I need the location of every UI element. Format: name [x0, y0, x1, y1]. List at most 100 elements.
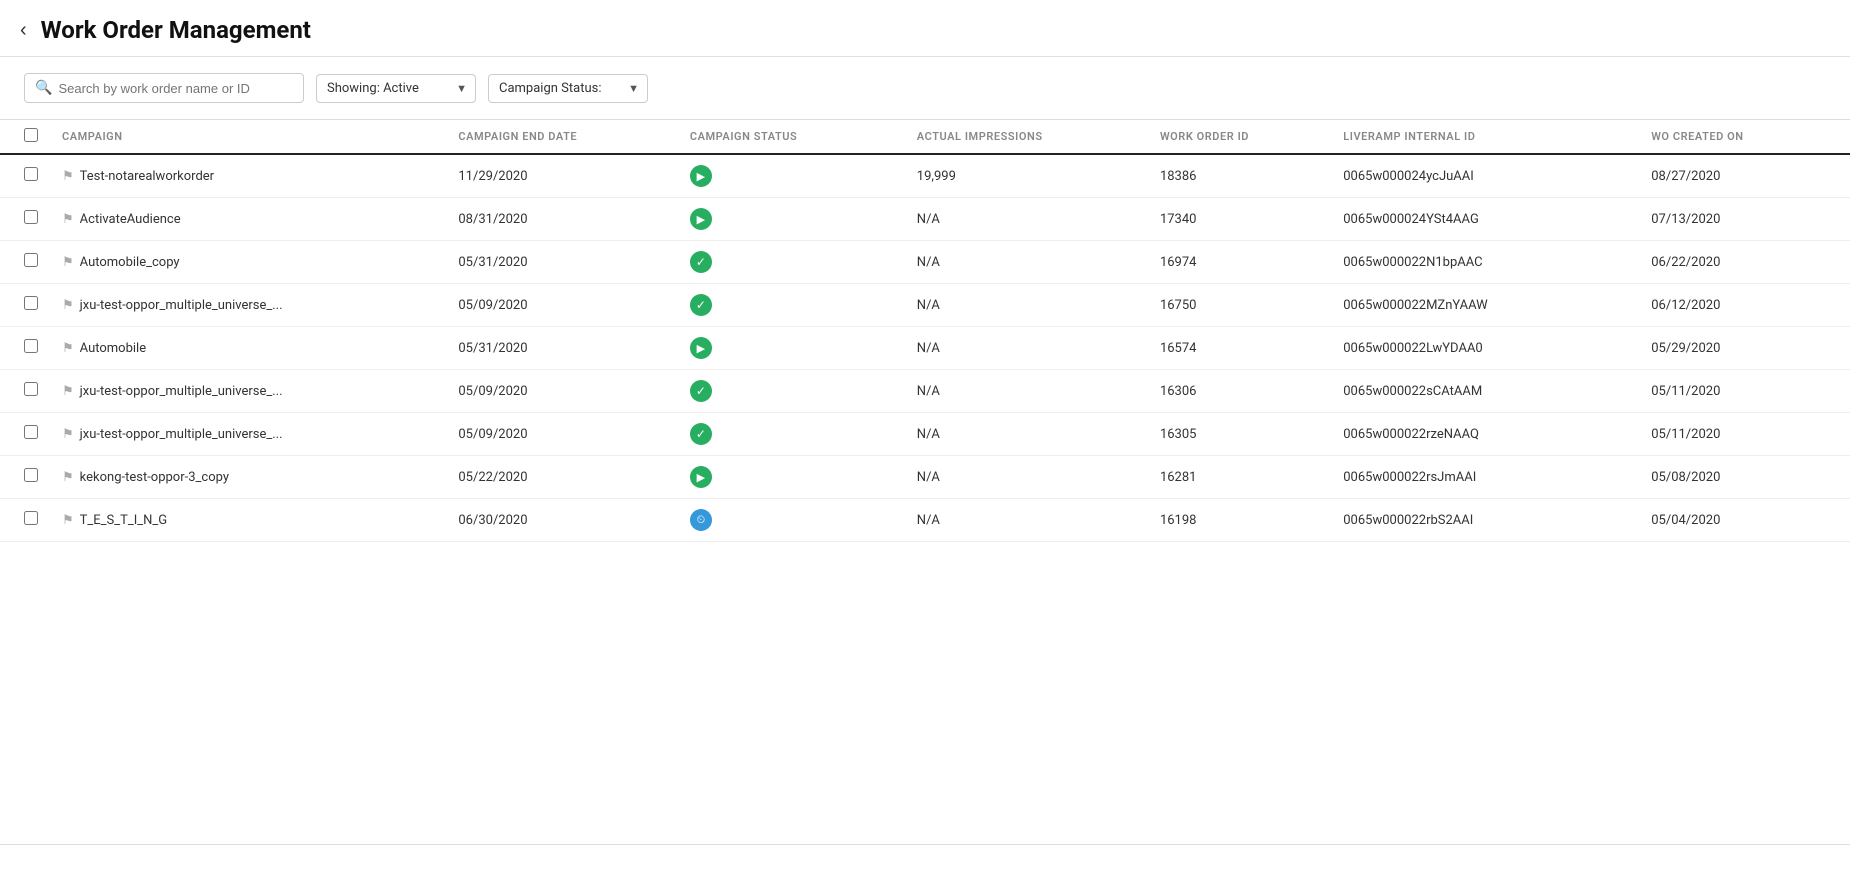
row-checkbox[interactable] — [24, 339, 38, 353]
cell-impressions: N/A — [905, 241, 1148, 284]
cell-end-date: 05/31/2020 — [446, 241, 678, 284]
table-row: ⚑kekong-test-oppor-3_copy05/22/2020▶N/A1… — [0, 456, 1850, 499]
page-title: Work Order Management — [41, 16, 311, 44]
cell-wo-id: 16281 — [1148, 456, 1331, 499]
campaign-name: kekong-test-oppor-3_copy — [80, 470, 229, 485]
flag-icon: ⚑ — [62, 470, 74, 485]
select-all-header[interactable] — [0, 120, 50, 155]
cell-created: 05/11/2020 — [1639, 413, 1850, 456]
cell-status: ✓ — [678, 284, 905, 327]
column-header-created: WO CREATED ON — [1639, 120, 1850, 155]
row-checkbox-cell — [0, 456, 50, 499]
row-checkbox-cell — [0, 413, 50, 456]
status-play-icon: ▶ — [690, 466, 712, 488]
cell-impressions: N/A — [905, 499, 1148, 542]
column-header-campaign: CAMPAIGN — [50, 120, 446, 155]
cell-wo-id: 16198 — [1148, 499, 1331, 542]
search-input[interactable] — [58, 81, 293, 96]
cell-lr-id: 0065w000022N1bpAAC — [1331, 241, 1639, 284]
row-checkbox-cell — [0, 154, 50, 198]
cell-campaign: ⚑jxu-test-oppor_multiple_universe_... — [50, 370, 446, 413]
cell-campaign: ⚑ jxu-test-oppor_multiple_universe_... — [50, 284, 446, 327]
cell-impressions: N/A — [905, 284, 1148, 327]
row-checkbox[interactable] — [24, 296, 38, 310]
cell-impressions: N/A — [905, 327, 1148, 370]
cell-campaign: ⚑jxu-test-oppor_multiple_universe_... — [50, 413, 446, 456]
row-checkbox-cell — [0, 284, 50, 327]
row-checkbox[interactable] — [24, 382, 38, 396]
column-header-impressions: ACTUAL IMPRESSIONS — [905, 120, 1148, 155]
row-checkbox[interactable] — [24, 511, 38, 525]
cell-wo-id: 16974 — [1148, 241, 1331, 284]
column-header-lr-id: LIVERAMP INTERNAL ID — [1331, 120, 1639, 155]
cell-lr-id: 0065w000024YSt4AAG — [1331, 198, 1639, 241]
cell-campaign: ⚑Test-notarealworkorder — [50, 154, 446, 198]
cell-status: ✓ — [678, 413, 905, 456]
cell-lr-id: 0065w000022LwYDAA0 — [1331, 327, 1639, 370]
cell-created: 05/08/2020 — [1639, 456, 1850, 499]
row-checkbox[interactable] — [24, 425, 38, 439]
status-play-icon: ▶ — [690, 337, 712, 359]
row-checkbox[interactable] — [24, 210, 38, 224]
table-body: ⚑Test-notarealworkorder11/29/2020▶19,999… — [0, 154, 1850, 542]
cell-lr-id: 0065w000022rbS2AAI — [1331, 499, 1639, 542]
cell-impressions: N/A — [905, 198, 1148, 241]
campaign-status-dropdown[interactable]: Campaign Status: ▼ — [488, 74, 648, 103]
back-button[interactable]: ‹ — [16, 20, 31, 40]
flag-icon: ⚑ — [62, 298, 74, 313]
row-checkbox[interactable] — [24, 468, 38, 482]
select-all-checkbox[interactable] — [24, 128, 38, 142]
status-play-icon: ▶ — [690, 165, 712, 187]
cell-status: ▶ — [678, 154, 905, 198]
cell-lr-id: 0065w000022rzeNAAQ — [1331, 413, 1639, 456]
cell-created: 07/13/2020 — [1639, 198, 1850, 241]
cell-created: 05/29/2020 — [1639, 327, 1850, 370]
status-play-icon: ▶ — [690, 208, 712, 230]
search-icon: 🔍 — [35, 80, 52, 96]
table-row: ⚑ Automobile_copy 05/31/2020✓N/A169740065w… — [0, 241, 1850, 284]
cell-end-date: 05/31/2020 — [446, 327, 678, 370]
cell-created: 05/11/2020 — [1639, 370, 1850, 413]
row-checkbox-cell — [0, 198, 50, 241]
cell-status: ▶ — [678, 327, 905, 370]
cell-lr-id: 0065w000024ycJuAAI — [1331, 154, 1639, 198]
campaign-name: jxu-test-oppor_multiple_universe_... — [80, 384, 283, 399]
cell-status: ▶ — [678, 456, 905, 499]
search-box: 🔍 — [24, 73, 304, 103]
table-row: ⚑ jxu-test-oppor_multiple_universe_... 05/… — [0, 284, 1850, 327]
cell-wo-id: 16306 — [1148, 370, 1331, 413]
cell-end-date: 05/09/2020 — [446, 413, 678, 456]
showing-dropdown[interactable]: Showing: Active ▼ — [316, 74, 476, 103]
row-checkbox[interactable] — [24, 253, 38, 267]
cell-end-date: 08/31/2020 — [446, 198, 678, 241]
campaign-name: jxu-test-oppor_multiple_universe_... — [80, 298, 283, 313]
status-check-icon: ✓ — [690, 380, 712, 402]
cell-status: ✓ — [678, 241, 905, 284]
cell-impressions: N/A — [905, 413, 1148, 456]
work-orders-table-container: CAMPAIGN CAMPAIGN END DATE CAMPAIGN STAT… — [0, 119, 1850, 542]
row-checkbox-cell — [0, 327, 50, 370]
cell-lr-id: 0065w000022MZnYAAW — [1331, 284, 1639, 327]
status-check-icon: ✓ — [690, 423, 712, 445]
cell-end-date: 05/09/2020 — [446, 284, 678, 327]
flag-icon: ⚑ — [62, 255, 74, 270]
row-checkbox-cell — [0, 241, 50, 284]
campaign-name: Test-notarealworkorder — [80, 169, 214, 184]
cell-wo-id: 18386 — [1148, 154, 1331, 198]
cell-status: ▶ — [678, 198, 905, 241]
campaign-name: Automobile — [80, 341, 146, 356]
flag-icon: ⚑ — [62, 212, 74, 227]
table-row: ⚑T_E_S_T_I_N_G06/30/2020⏲N/A161980065w00… — [0, 499, 1850, 542]
toolbar: 🔍 Showing: Active ▼ Campaign Status: ▼ — [0, 57, 1850, 119]
row-checkbox[interactable] — [24, 167, 38, 181]
cell-created: 08/27/2020 — [1639, 154, 1850, 198]
flag-icon: ⚑ — [62, 427, 74, 442]
cell-end-date: 11/29/2020 — [446, 154, 678, 198]
status-clock-icon: ⏲ — [690, 509, 712, 531]
table-row: ⚑Test-notarealworkorder11/29/2020▶19,999… — [0, 154, 1850, 198]
cell-end-date: 06/30/2020 — [446, 499, 678, 542]
campaign-name: Automobile_copy — [80, 255, 180, 270]
cell-campaign: ⚑Automobile — [50, 327, 446, 370]
cell-created: 05/04/2020 — [1639, 499, 1850, 542]
showing-label: Showing: Active — [327, 81, 419, 96]
